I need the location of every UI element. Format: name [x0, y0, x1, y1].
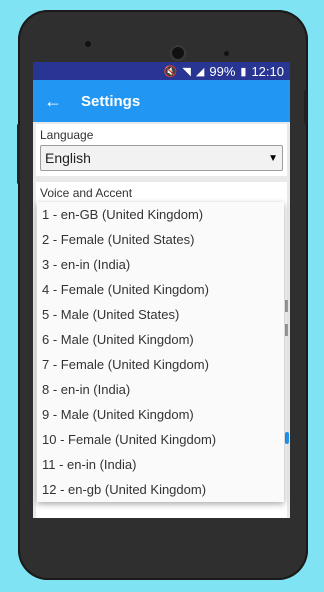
caret-down-icon: ▼ [268, 152, 278, 164]
voice-option-9[interactable]: 9 - Male (United Kingdom) [37, 402, 284, 427]
voice-option-10[interactable]: 10 - Female (United Kingdom) [37, 427, 284, 452]
earpiece [85, 41, 91, 47]
voice-option-5[interactable]: 5 - Male (United States) [37, 302, 284, 327]
voice-dropdown-list[interactable]: 1 - en-GB (United Kingdom) 2 - Female (U… [37, 202, 284, 502]
voice-option-7[interactable]: 7 - Female (United Kingdom) [37, 352, 284, 377]
voice-option-6[interactable]: 6 - Male (United Kingdom) [37, 327, 284, 352]
wifi-icon: ◥ [182, 65, 191, 78]
arrow-back-icon[interactable]: ← [35, 91, 71, 112]
power-button [304, 90, 307, 124]
app-bar: ← Settings [33, 80, 290, 122]
page-title: Settings [81, 92, 141, 110]
voice-option-11[interactable]: 11 - en-in (India) [37, 452, 284, 477]
background-control [285, 432, 289, 444]
language-label: Language [40, 128, 94, 142]
voice-option-1[interactable]: 1 - en-GB (United Kingdom) [37, 202, 284, 227]
voice-label: Voice and Accent [40, 186, 133, 200]
voice-option-2[interactable]: 2 - Female (United States) [37, 227, 284, 252]
voice-option-4[interactable]: 4 - Female (United Kingdom) [37, 277, 284, 302]
proximity-sensor [224, 51, 229, 56]
battery-percent: 99% [209, 63, 236, 79]
language-card: Language English ▼ [36, 124, 287, 176]
signal-icon: ◢ [195, 65, 205, 78]
language-value: English [45, 150, 91, 166]
voice-option-3[interactable]: 3 - en-in (India) [37, 252, 284, 277]
voice-option-12[interactable]: 12 - en-gb (United Kingdom) [37, 477, 284, 502]
background-control [285, 300, 288, 312]
language-select[interactable]: English ▼ [40, 145, 283, 171]
status-bar: 🔇 ◥ ◢ 99% ▮ 12:10 [33, 62, 290, 80]
clock: 12:10 [251, 63, 284, 79]
background-control [285, 324, 288, 336]
volume-button [17, 124, 20, 184]
battery-icon: ▮ [240, 65, 247, 78]
front-camera [172, 47, 184, 59]
mute-icon: 🔇 [163, 65, 178, 78]
voice-option-8[interactable]: 8 - en-in (India) [37, 377, 284, 402]
